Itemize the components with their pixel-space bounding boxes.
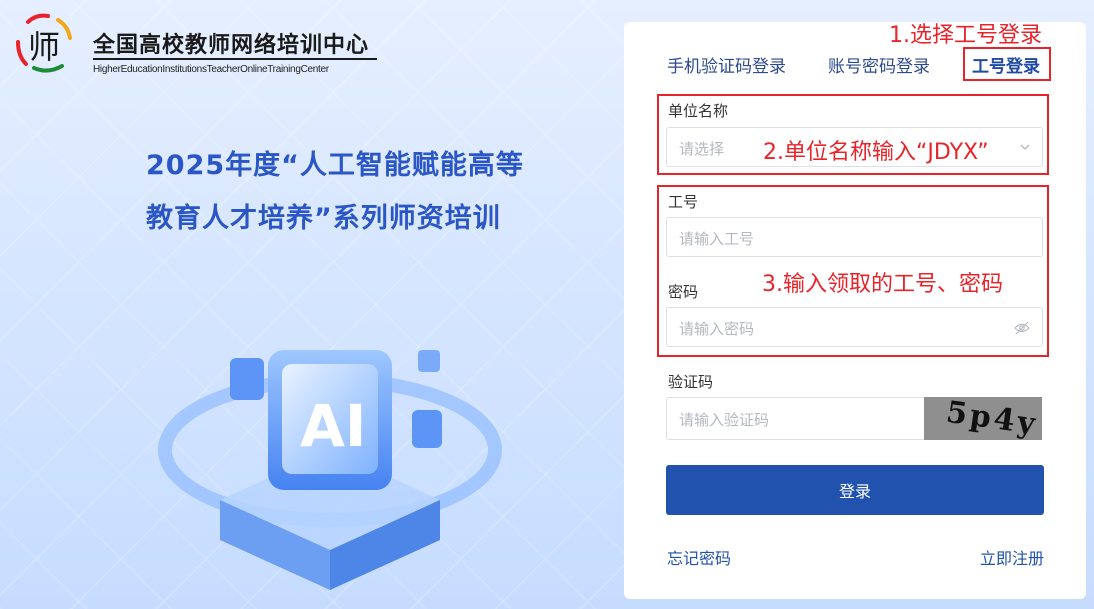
site-title: 全国高校教师网络培训中心 <box>93 33 370 58</box>
site-subtitle: HigherEducationInstitutionsTeacherOnline… <box>93 64 329 75</box>
unit-placeholder: 请选择 <box>679 140 725 158</box>
promo-headline: 2025年度“人工智能赋能高等 教育人才培养”系列师资培训 <box>146 139 524 245</box>
annotation-step3: 3.输入领取的工号、密码 <box>762 272 1003 297</box>
password-placeholder: 请输入密码 <box>679 320 755 338</box>
svg-text:师: 师 <box>28 28 60 66</box>
captcha-text: 5p4y <box>944 397 1041 440</box>
password-input[interactable]: 请输入密码 <box>666 307 1043 347</box>
captcha-placeholder: 请输入验证码 <box>679 411 770 429</box>
promo-headline-line1: 2025年度“人工智能赋能高等 <box>146 150 524 181</box>
svg-text:AI: AI <box>300 392 366 460</box>
unit-label: 单位名称 <box>668 102 729 120</box>
eye-hidden-icon[interactable] <box>1014 320 1030 336</box>
register-link[interactable]: 立即注册 <box>980 545 1044 569</box>
ai-illustration: AI <box>158 350 502 590</box>
forgot-password-link[interactable]: 忘记密码 <box>667 545 731 569</box>
captcha-label: 验证码 <box>668 373 714 391</box>
password-label: 密码 <box>668 283 699 301</box>
captcha-image[interactable]: 5p4y <box>924 397 1042 440</box>
annotation-step1: 1.选择工号登录 <box>889 23 1042 48</box>
annotation-step2: 2.单位名称输入“JDYX” <box>763 140 989 165</box>
promo-headline-line2: 教育人才培养”系列师资培训 <box>146 203 501 234</box>
logo-mark-icon: 师 <box>16 13 72 73</box>
logo-divider <box>93 58 377 60</box>
site-logo[interactable]: 师 全国高校教师网络培训中心 HigherEducationInstitutio… <box>14 12 377 78</box>
tab-sms-login[interactable]: 手机验证码登录 <box>667 52 786 77</box>
employee-id-label: 工号 <box>668 193 699 211</box>
login-button[interactable]: 登录 <box>666 465 1044 515</box>
tab-password-login[interactable]: 账号密码登录 <box>828 52 930 77</box>
employee-id-input[interactable]: 请输入工号 <box>666 217 1043 257</box>
chevron-down-icon <box>1020 144 1030 150</box>
employee-id-placeholder: 请输入工号 <box>679 230 755 248</box>
captcha-input[interactable]: 请输入验证码 <box>666 397 925 440</box>
annotation-box-step1 <box>963 47 1051 81</box>
